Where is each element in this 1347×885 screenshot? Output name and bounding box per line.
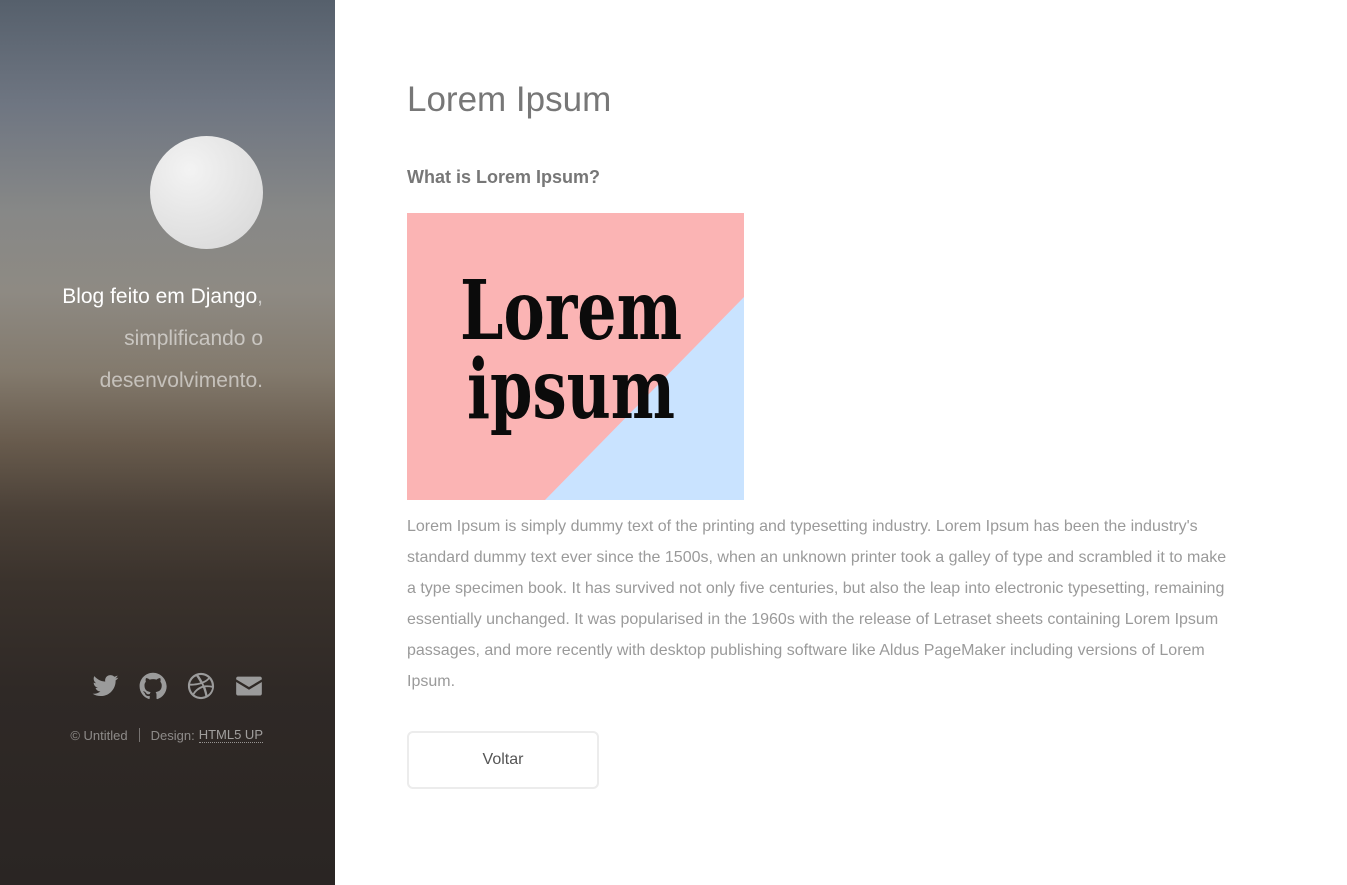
- image-text-ipsum: ipsum: [467, 342, 675, 438]
- envelope-icon[interactable]: [235, 672, 263, 700]
- lorem-ipsum-graphic: Lorem ipsum: [407, 213, 744, 500]
- sidebar: Blog feito em Django, simplificando o de…: [0, 0, 335, 885]
- twitter-icon[interactable]: [91, 672, 119, 700]
- post-subtitle: What is Lorem Ipsum?: [407, 167, 601, 187]
- github-icon[interactable]: [139, 672, 167, 700]
- post-body: Lorem Ipsum is simply dummy text of the …: [407, 518, 1227, 690]
- copyright: © Untitled Design: HTML5 UP: [70, 727, 263, 743]
- page: Blog feito em Django, simplificando o de…: [0, 0, 1347, 885]
- social-icons: [91, 672, 263, 700]
- post-image: Lorem ipsum: [407, 213, 744, 500]
- dribbble-icon[interactable]: [187, 672, 215, 700]
- avatar: [150, 136, 263, 249]
- copyright-text: © Untitled: [70, 727, 128, 743]
- back-button[interactable]: Voltar: [407, 731, 599, 789]
- tagline-strong: Blog feito em Django: [62, 285, 258, 308]
- design-link[interactable]: HTML5 UP: [198, 727, 263, 743]
- copyright-divider: [138, 728, 140, 742]
- page-title: Lorem Ipsum: [407, 80, 612, 119]
- tagline: Blog feito em Django, simplificando o de…: [3, 276, 263, 402]
- design-label: Design:: [150, 727, 195, 743]
